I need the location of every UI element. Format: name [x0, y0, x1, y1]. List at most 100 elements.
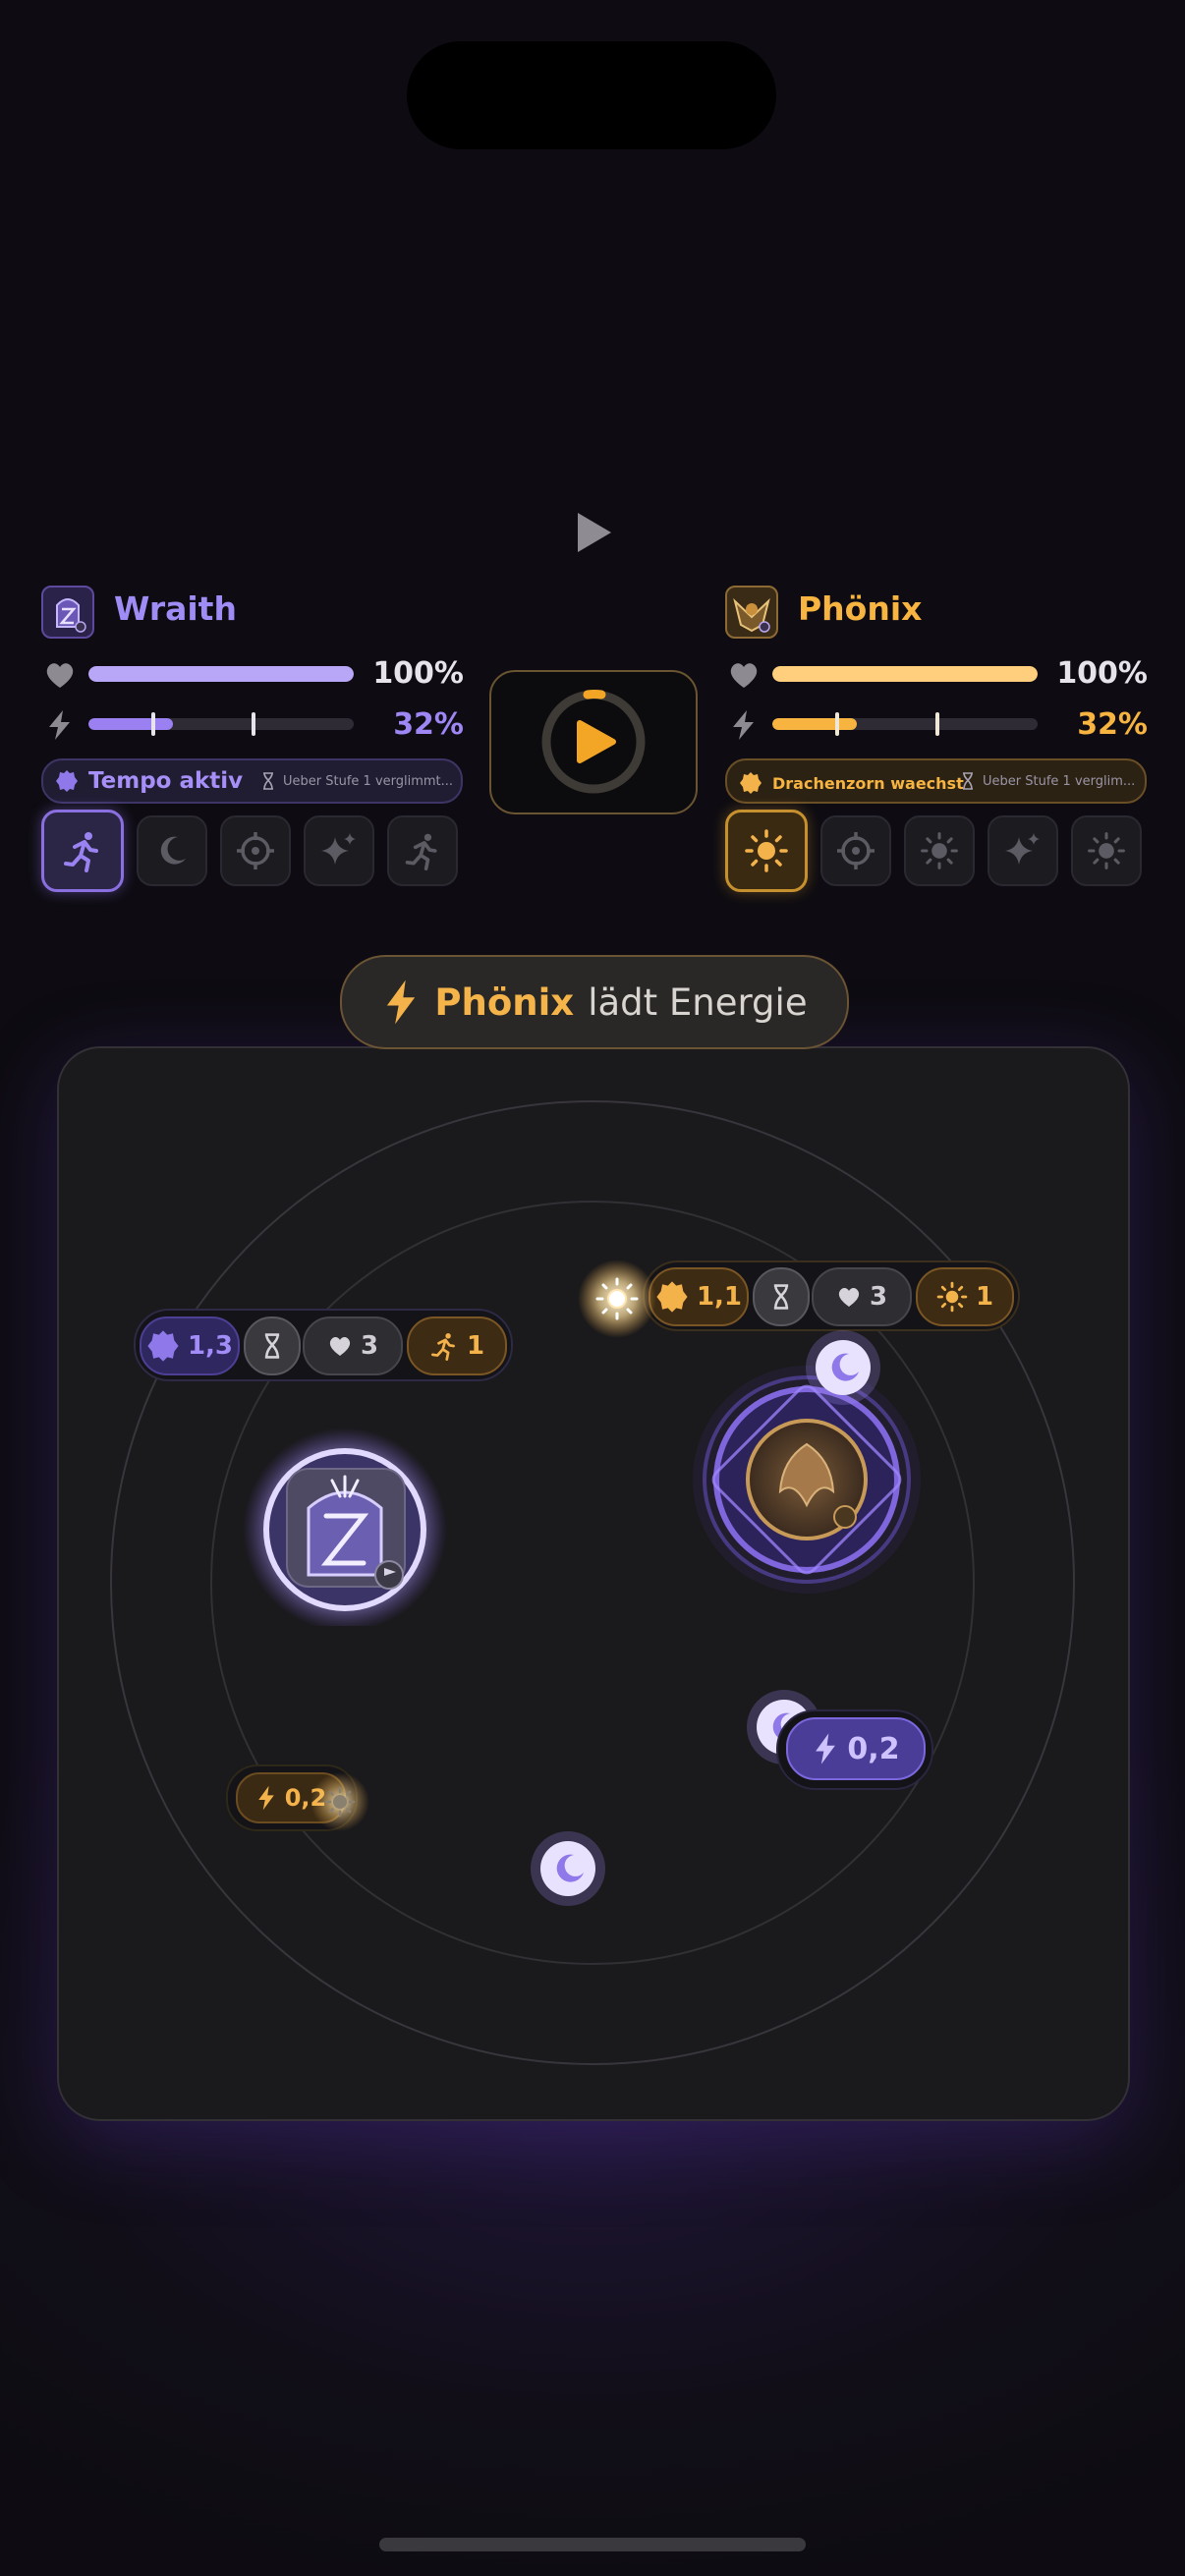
turn-timer-ring [541, 689, 646, 794]
energy-threshold-2 [935, 712, 939, 736]
wraith-health-bar [88, 666, 354, 682]
skill-sun[interactable] [904, 815, 975, 886]
phoenix-portrait-icon [733, 597, 770, 633]
phoenix-panel: Phönix 100% 32% Drachenzorn waechst Uebe… [725, 580, 1148, 904]
lightning-icon [257, 1785, 274, 1811]
lightning-icon [816, 1733, 836, 1764]
wraith-status-sub: Ueber Stufe 1 verglimmt... [261, 772, 453, 790]
heart-icon [730, 663, 758, 688]
sparkle-icon [321, 833, 356, 865]
lightning-icon [49, 710, 70, 740]
phoenix-status-main: Drachenzorn waechst [739, 771, 964, 795]
phoenix-energy-bar [772, 718, 1038, 730]
banner-action: lädt Energie [588, 980, 808, 1024]
phoenix-hp-value: 3 [869, 1282, 888, 1312]
moon-orb[interactable] [802, 1326, 884, 1409]
skill-sparkle[interactable] [304, 815, 374, 886]
wraith-token[interactable] [242, 1420, 448, 1626]
skill-sunburst[interactable] [725, 810, 808, 892]
skill-moon[interactable] [137, 815, 207, 886]
violet-energy-value: 0,2 [847, 1731, 900, 1766]
phoenix-name: Phönix [798, 589, 923, 628]
dynamic-island [407, 41, 776, 149]
wraith-hp-value: 3 [360, 1331, 379, 1361]
sun-orb[interactable] [576, 1258, 658, 1340]
skill-sun-2[interactable] [1071, 815, 1142, 886]
moon-orb[interactable] [527, 1827, 609, 1910]
phoenix-energy-percent: 32% [1077, 707, 1148, 742]
wraith-portrait-icon [56, 598, 86, 633]
sun-icon [921, 832, 958, 869]
wraith-move-value: 1 [466, 1331, 485, 1361]
wraith-health-fill [88, 666, 354, 682]
hourglass-icon [963, 772, 973, 790]
wraith-energy-bar [88, 718, 354, 730]
phoenix-attack-value: 1,1 [696, 1282, 743, 1312]
hourglass-icon [264, 1333, 280, 1359]
lightning-icon [387, 980, 416, 1025]
top-play-icon[interactable] [572, 509, 615, 556]
wraith-skill-bar [41, 810, 458, 892]
wraith-status-sub-text: Ueber Stufe 1 verglimmt... [283, 773, 454, 789]
phoenix-energy-fill [772, 718, 858, 730]
turn-banner: Phönix lädt Energie [340, 955, 849, 1049]
home-indicator[interactable] [379, 2538, 806, 2551]
sun-icon [1088, 832, 1125, 869]
energy-threshold-1 [151, 712, 155, 736]
violet-energy-chip[interactable]: 0,2 [786, 1717, 926, 1780]
wraith-avatar[interactable] [41, 586, 94, 639]
wraith-status-main: Tempo aktiv [55, 768, 243, 794]
phoenix-attack-chip[interactable]: 1,1 [649, 1267, 749, 1326]
skill-aim[interactable] [820, 815, 891, 886]
phoenix-status-sub: Ueber Stufe 1 verglim... [961, 772, 1135, 790]
phoenix-avatar[interactable] [725, 586, 778, 639]
skill-aim[interactable] [220, 815, 291, 886]
wraith-hourglass-chip[interactable] [244, 1316, 301, 1375]
wraith-energy-percent: 32% [393, 707, 464, 742]
sun-icon [936, 1281, 968, 1313]
wraith-flag-badge [374, 1560, 404, 1590]
wraith-move-chip[interactable]: 1 [407, 1316, 507, 1375]
wraith-hp-chip[interactable]: 3 [303, 1316, 403, 1375]
banner-actor: Phönix [434, 980, 575, 1024]
badge-icon [740, 772, 762, 794]
wraith-name: Wraith [114, 589, 237, 628]
wraith-status-pill: Tempo aktiv Ueber Stufe 1 verglimmt... [41, 758, 463, 804]
lightning-icon [733, 710, 754, 740]
badge-icon [147, 1330, 179, 1362]
crosshair-icon [837, 832, 875, 869]
phoenix-health-bar [772, 666, 1038, 682]
heart-icon [838, 1288, 860, 1307]
arena-rings [110, 1100, 1075, 2065]
sun-orb[interactable] [309, 1770, 371, 1833]
skill-sprint[interactable] [41, 810, 124, 892]
energy-threshold-1 [835, 712, 839, 736]
wraith-status-text: Tempo aktiv [88, 768, 244, 794]
runner-icon [405, 833, 437, 870]
turn-timer-button[interactable] [489, 670, 698, 814]
heart-icon [46, 663, 74, 688]
moon-icon [160, 836, 186, 865]
phoenix-power-chip[interactable]: 1 [916, 1267, 1014, 1326]
sparkle-icon [1005, 833, 1040, 865]
skill-sparkle[interactable] [988, 815, 1058, 886]
phoenix-hp-chip[interactable]: 3 [812, 1267, 912, 1326]
sun-icon [745, 829, 788, 872]
phoenix-hourglass-chip[interactable] [753, 1267, 810, 1326]
energy-threshold-2 [252, 712, 255, 736]
phoenix-mark-badge [833, 1505, 857, 1529]
phoenix-status-pill: Drachenzorn waechst Ueber Stufe 1 vergli… [725, 758, 1147, 804]
phoenix-status-text: Drachenzorn waechst [772, 773, 964, 793]
wraith-panel: Wraith 100% 32% Tempo aktiv Ueber Stufe … [41, 580, 464, 904]
runner-icon [64, 832, 98, 872]
runner-icon [430, 1333, 455, 1361]
phoenix-skill-bar [725, 810, 1142, 892]
wraith-attack-chip[interactable]: 1,3 [140, 1316, 240, 1375]
skill-dash[interactable] [387, 815, 458, 886]
hourglass-icon [773, 1284, 789, 1310]
badge-icon [656, 1281, 688, 1313]
hourglass-icon [263, 772, 273, 790]
wraith-energy-fill [88, 718, 174, 730]
phoenix-health-fill [772, 666, 1038, 682]
badge-icon [56, 770, 78, 792]
